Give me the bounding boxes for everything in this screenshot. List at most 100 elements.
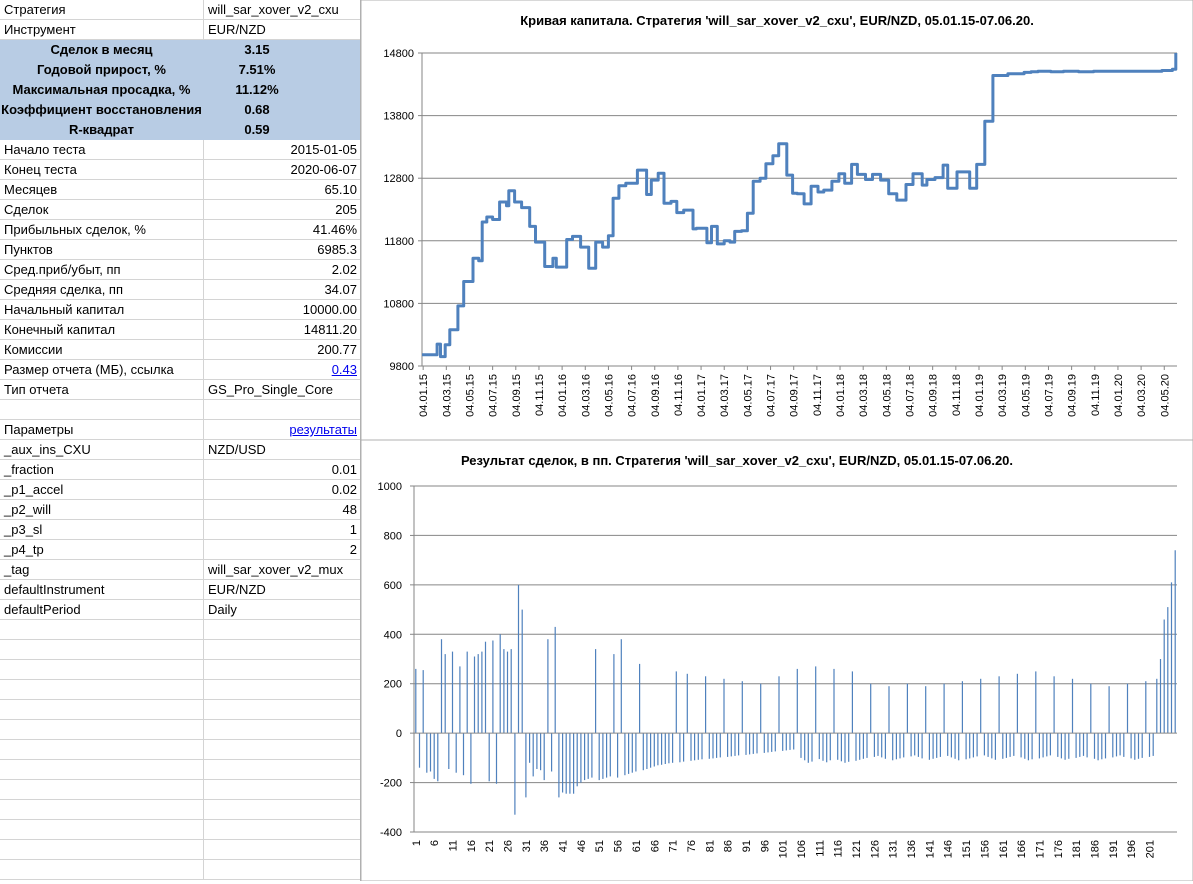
sheet-label-cell[interactable] xyxy=(0,660,204,679)
sheet-value-cell[interactable]: will_sar_xover_v2_mux xyxy=(204,560,360,579)
sheet-value-cell[interactable]: 6985.3 xyxy=(204,240,360,259)
equity-x-tick-label: 04.03.15 xyxy=(441,374,453,417)
sheet-value-cell[interactable]: 14811.20 xyxy=(204,320,360,339)
sheet-value-cell[interactable]: 2015-01-05 xyxy=(204,140,360,159)
sheet-value-cell[interactable]: 11.12% xyxy=(204,80,360,99)
sheet-value-cell[interactable] xyxy=(204,620,360,639)
sheet-label-cell[interactable] xyxy=(0,640,204,659)
sheet-label-cell[interactable]: _tag xyxy=(0,560,204,579)
sheet-value-cell[interactable] xyxy=(204,800,360,819)
sheet-label-cell[interactable]: _p3_sl xyxy=(0,520,204,539)
sheet-value-cell[interactable]: GS_Pro_Single_Core xyxy=(204,380,360,399)
sheet-label-cell[interactable]: Размер отчета (МБ), ссылка xyxy=(0,360,204,379)
sheet-value-cell[interactable]: 3.15 xyxy=(204,40,360,59)
sheet-label-cell[interactable]: _p1_accel xyxy=(0,480,204,499)
sheet-value-cell[interactable] xyxy=(204,700,360,719)
sheet-value-cell[interactable]: 7.51% xyxy=(204,60,360,79)
sheet-label-cell[interactable]: Комиссии xyxy=(0,340,204,359)
sheet-label-cell[interactable]: Максимальная просадка, % xyxy=(0,80,204,99)
sheet-label-cell[interactable]: Начало теста xyxy=(0,140,204,159)
sheet-label-cell[interactable]: Коэффициент восстановления xyxy=(0,100,204,119)
equity-x-tick-label: 04.03.19 xyxy=(997,374,1009,417)
sheet-label-cell[interactable] xyxy=(0,680,204,699)
sheet-label-cell[interactable] xyxy=(0,700,204,719)
sheet-value-cell[interactable]: 205 xyxy=(204,200,360,219)
sheet-label-cell[interactable] xyxy=(0,400,204,419)
sheet-label-cell[interactable]: defaultPeriod xyxy=(0,600,204,619)
sheet-label-cell[interactable]: _aux_ins_CXU xyxy=(0,440,204,459)
equity-x-tick-label: 04.11.19 xyxy=(1090,374,1102,416)
sheet-value-cell[interactable] xyxy=(204,840,360,859)
sheet-value-cell[interactable]: 48 xyxy=(204,500,360,519)
trades-x-tick-label: 126 xyxy=(869,840,881,858)
sheet-value-cell[interactable] xyxy=(204,820,360,839)
sheet-label-cell[interactable] xyxy=(0,760,204,779)
sheet-label-cell[interactable]: Конечный капитал xyxy=(0,320,204,339)
sheet-label-cell[interactable]: Сред.приб/убыт, пп xyxy=(0,260,204,279)
equity-x-tick-label: 04.09.15 xyxy=(511,374,523,417)
sheet-label-cell[interactable]: Тип отчета xyxy=(0,380,204,399)
sheet-value-cell[interactable] xyxy=(204,860,360,879)
sheet-label-cell[interactable]: Инструмент xyxy=(0,20,204,39)
sheet-label-cell[interactable]: Пунктов xyxy=(0,240,204,259)
sheet-value-cell[interactable]: 200.77 xyxy=(204,340,360,359)
sheet-label-cell[interactable] xyxy=(0,860,204,879)
sheet-label-cell[interactable] xyxy=(0,840,204,859)
sheet-value-cell[interactable]: NZD/USD xyxy=(204,440,360,459)
sheet-label-cell[interactable]: Стратегия xyxy=(0,0,204,19)
sheet-value-cell[interactable] xyxy=(204,400,360,419)
sheet-label-cell[interactable] xyxy=(0,740,204,759)
sheet-label-cell[interactable]: Сделок xyxy=(0,200,204,219)
sheet-value-cell[interactable]: 2 xyxy=(204,540,360,559)
sheet-value-cell[interactable] xyxy=(204,760,360,779)
sheet-value-cell[interactable]: 0.43 xyxy=(204,360,360,379)
sheet-label-cell[interactable] xyxy=(0,820,204,839)
sheet-value-cell[interactable]: 0.02 xyxy=(204,480,360,499)
sheet-value-cell[interactable]: 10000.00 xyxy=(204,300,360,319)
sheet-label-cell[interactable]: _fraction xyxy=(0,460,204,479)
sheet-value-cell[interactable]: 0.01 xyxy=(204,460,360,479)
sheet-label-cell[interactable]: R-квадрат xyxy=(0,120,204,139)
sheet-label-cell[interactable]: Параметры xyxy=(0,420,204,439)
sheet-value-cell[interactable] xyxy=(204,640,360,659)
sheet-value-cell[interactable] xyxy=(204,780,360,799)
sheet-value-cell[interactable]: EUR/NZD xyxy=(204,580,360,599)
equity-x-tick-label: 04.11.18 xyxy=(951,374,963,416)
sheet-value-cell[interactable]: 2.02 xyxy=(204,260,360,279)
sheet-value-cell[interactable]: 34.07 xyxy=(204,280,360,299)
sheet-label-cell[interactable]: defaultInstrument xyxy=(0,580,204,599)
sheet-label-cell[interactable]: Средняя сделка, пп xyxy=(0,280,204,299)
sheet-value-cell[interactable]: EUR/NZD xyxy=(204,20,360,39)
sheet-label-cell[interactable]: Начальный капитал xyxy=(0,300,204,319)
sheet-value-cell[interactable]: 2020-06-07 xyxy=(204,160,360,179)
sheet-label-cell[interactable]: Прибыльных сделок, % xyxy=(0,220,204,239)
sheet-label-cell[interactable]: Месяцев xyxy=(0,180,204,199)
sheet-value-cell[interactable] xyxy=(204,680,360,699)
sheet-value-cell[interactable]: 0.59 xyxy=(204,120,360,139)
sheet-value-cell[interactable]: 41.46% xyxy=(204,220,360,239)
sheet-value-cell[interactable]: 0.68 xyxy=(204,100,360,119)
sheet-label-cell[interactable]: Годовой прирост, % xyxy=(0,60,204,79)
sheet-label-cell[interactable] xyxy=(0,620,204,639)
sheet-link[interactable]: результаты xyxy=(289,422,357,437)
sheet-link[interactable]: 0.43 xyxy=(332,362,357,377)
sheet-value-cell[interactable]: 1 xyxy=(204,520,360,539)
sheet-label-cell[interactable]: _p2_will xyxy=(0,500,204,519)
sheet-value-cell[interactable] xyxy=(204,660,360,679)
trades-x-tick-label: 71 xyxy=(668,840,680,852)
sheet-row: Конечный капитал 14811.20 xyxy=(0,320,360,340)
sheet-value-cell[interactable] xyxy=(204,740,360,759)
sheet-label-cell[interactable] xyxy=(0,780,204,799)
sheet-label-cell[interactable]: Конец теста xyxy=(0,160,204,179)
trades-chart-title: Результат сделок, в пп. Стратегия 'will_… xyxy=(461,453,1013,468)
sheet-label-cell[interactable] xyxy=(0,720,204,739)
sheet-value-cell[interactable]: will_sar_xover_v2_cxu xyxy=(204,0,360,19)
sheet-label-cell[interactable]: Сделок в месяц xyxy=(0,40,204,59)
sheet-value-cell[interactable]: 65.10 xyxy=(204,180,360,199)
sheet-label-cell[interactable]: _p4_tp xyxy=(0,540,204,559)
sheet-value-cell[interactable] xyxy=(204,720,360,739)
sheet-value-cell[interactable]: Daily xyxy=(204,600,360,619)
trades-x-tick-label: 111 xyxy=(814,840,826,857)
sheet-value-cell[interactable]: результаты xyxy=(204,420,360,439)
sheet-label-cell[interactable] xyxy=(0,800,204,819)
